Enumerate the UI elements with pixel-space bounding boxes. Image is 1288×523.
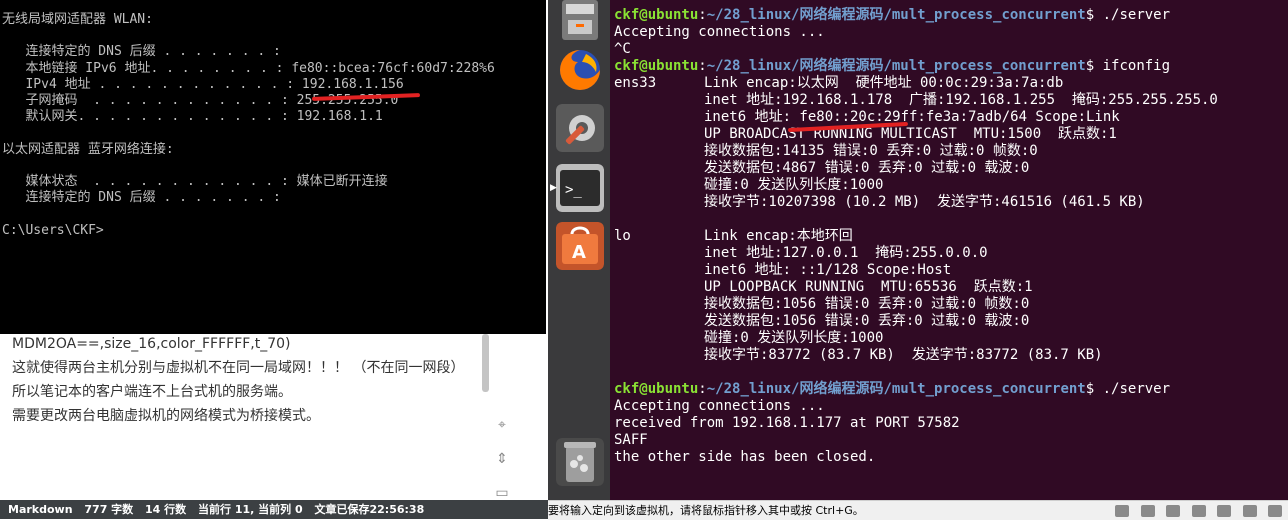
cdrom-icon[interactable] [1140, 505, 1155, 517]
status-mode: Markdown [8, 503, 73, 516]
network-icon[interactable] [1166, 505, 1180, 517]
status-lines: 14 行数 [145, 503, 187, 516]
status-chars: 777 字数 [84, 503, 134, 516]
editor-line: 这就使得两台主机分别与虚拟机不在同一局域网！！！ （不在同一网段） [12, 360, 465, 376]
usb-icon[interactable] [1191, 505, 1206, 517]
status-cursor: 当前行 11, 当前列 0 [198, 503, 303, 516]
trash-icon[interactable] [556, 438, 604, 486]
software-center-icon[interactable]: A [556, 222, 604, 270]
editor-content[interactable]: MDM2OA==,size_16,color_FFFFFF,t_70) 这就使得… [12, 332, 482, 428]
vm-input-hint: 要将输入定向到该虚拟机，请将鼠标指针移入其中或按 Ctrl+G。 [548, 504, 864, 517]
editor-statusbar: Markdown 777 字数 14 行数 当前行 11, 当前列 0 文章已保… [0, 500, 548, 519]
harddisk-icon[interactable] [1115, 505, 1129, 517]
display-icon[interactable] [1268, 505, 1282, 517]
editor-scrollbar[interactable] [482, 334, 489, 392]
ubuntu-terminal[interactable]: ckf@ubuntu:~/28_linux/网络编程源码/mult_proces… [610, 0, 1288, 500]
terminal-output: ckf@ubuntu:~/28_linux/网络编程源码/mult_proces… [614, 7, 1218, 465]
sound-icon[interactable] [1217, 505, 1231, 517]
editor-line: 所以笔记本的客户端连不上台式机的服务端。 [12, 384, 292, 400]
vmware-statusbar: 要将输入定向到该虚拟机，请将鼠标指针移入其中或按 Ctrl+G。 [548, 500, 1288, 520]
vm-device-icons [1107, 504, 1282, 523]
editor-line: MDM2OA==,size_16,color_FFFFFF,t_70) [12, 336, 291, 352]
printer-icon[interactable] [1242, 505, 1257, 517]
firefox-icon[interactable] [556, 46, 604, 94]
active-indicator-icon: ▶ [550, 183, 557, 193]
editor-line: 需要更改两台电脑虚拟机的网络模式为桥接模式。 [12, 408, 320, 424]
svg-text:A: A [572, 242, 586, 263]
settings-icon[interactable] [556, 104, 604, 152]
cmd-output: 无线局域网适配器 WLAN: 连接特定的 DNS 后缀 . . . . . . … [2, 12, 495, 238]
crosshair-icon[interactable]: ⌖ [492, 415, 512, 435]
terminal-icon[interactable]: >_ [556, 164, 604, 212]
status-saved: 文章已保存22:56:38 [314, 503, 425, 516]
files-icon[interactable] [556, 0, 604, 48]
svg-text:>_: >_ [565, 182, 582, 198]
ubuntu-launcher: >_ A [548, 0, 610, 500]
arrows-icon[interactable]: ⇕ [492, 449, 512, 469]
cmd-window[interactable]: 无线局域网适配器 WLAN: 连接特定的 DNS 后缀 . . . . . . … [0, 0, 546, 334]
